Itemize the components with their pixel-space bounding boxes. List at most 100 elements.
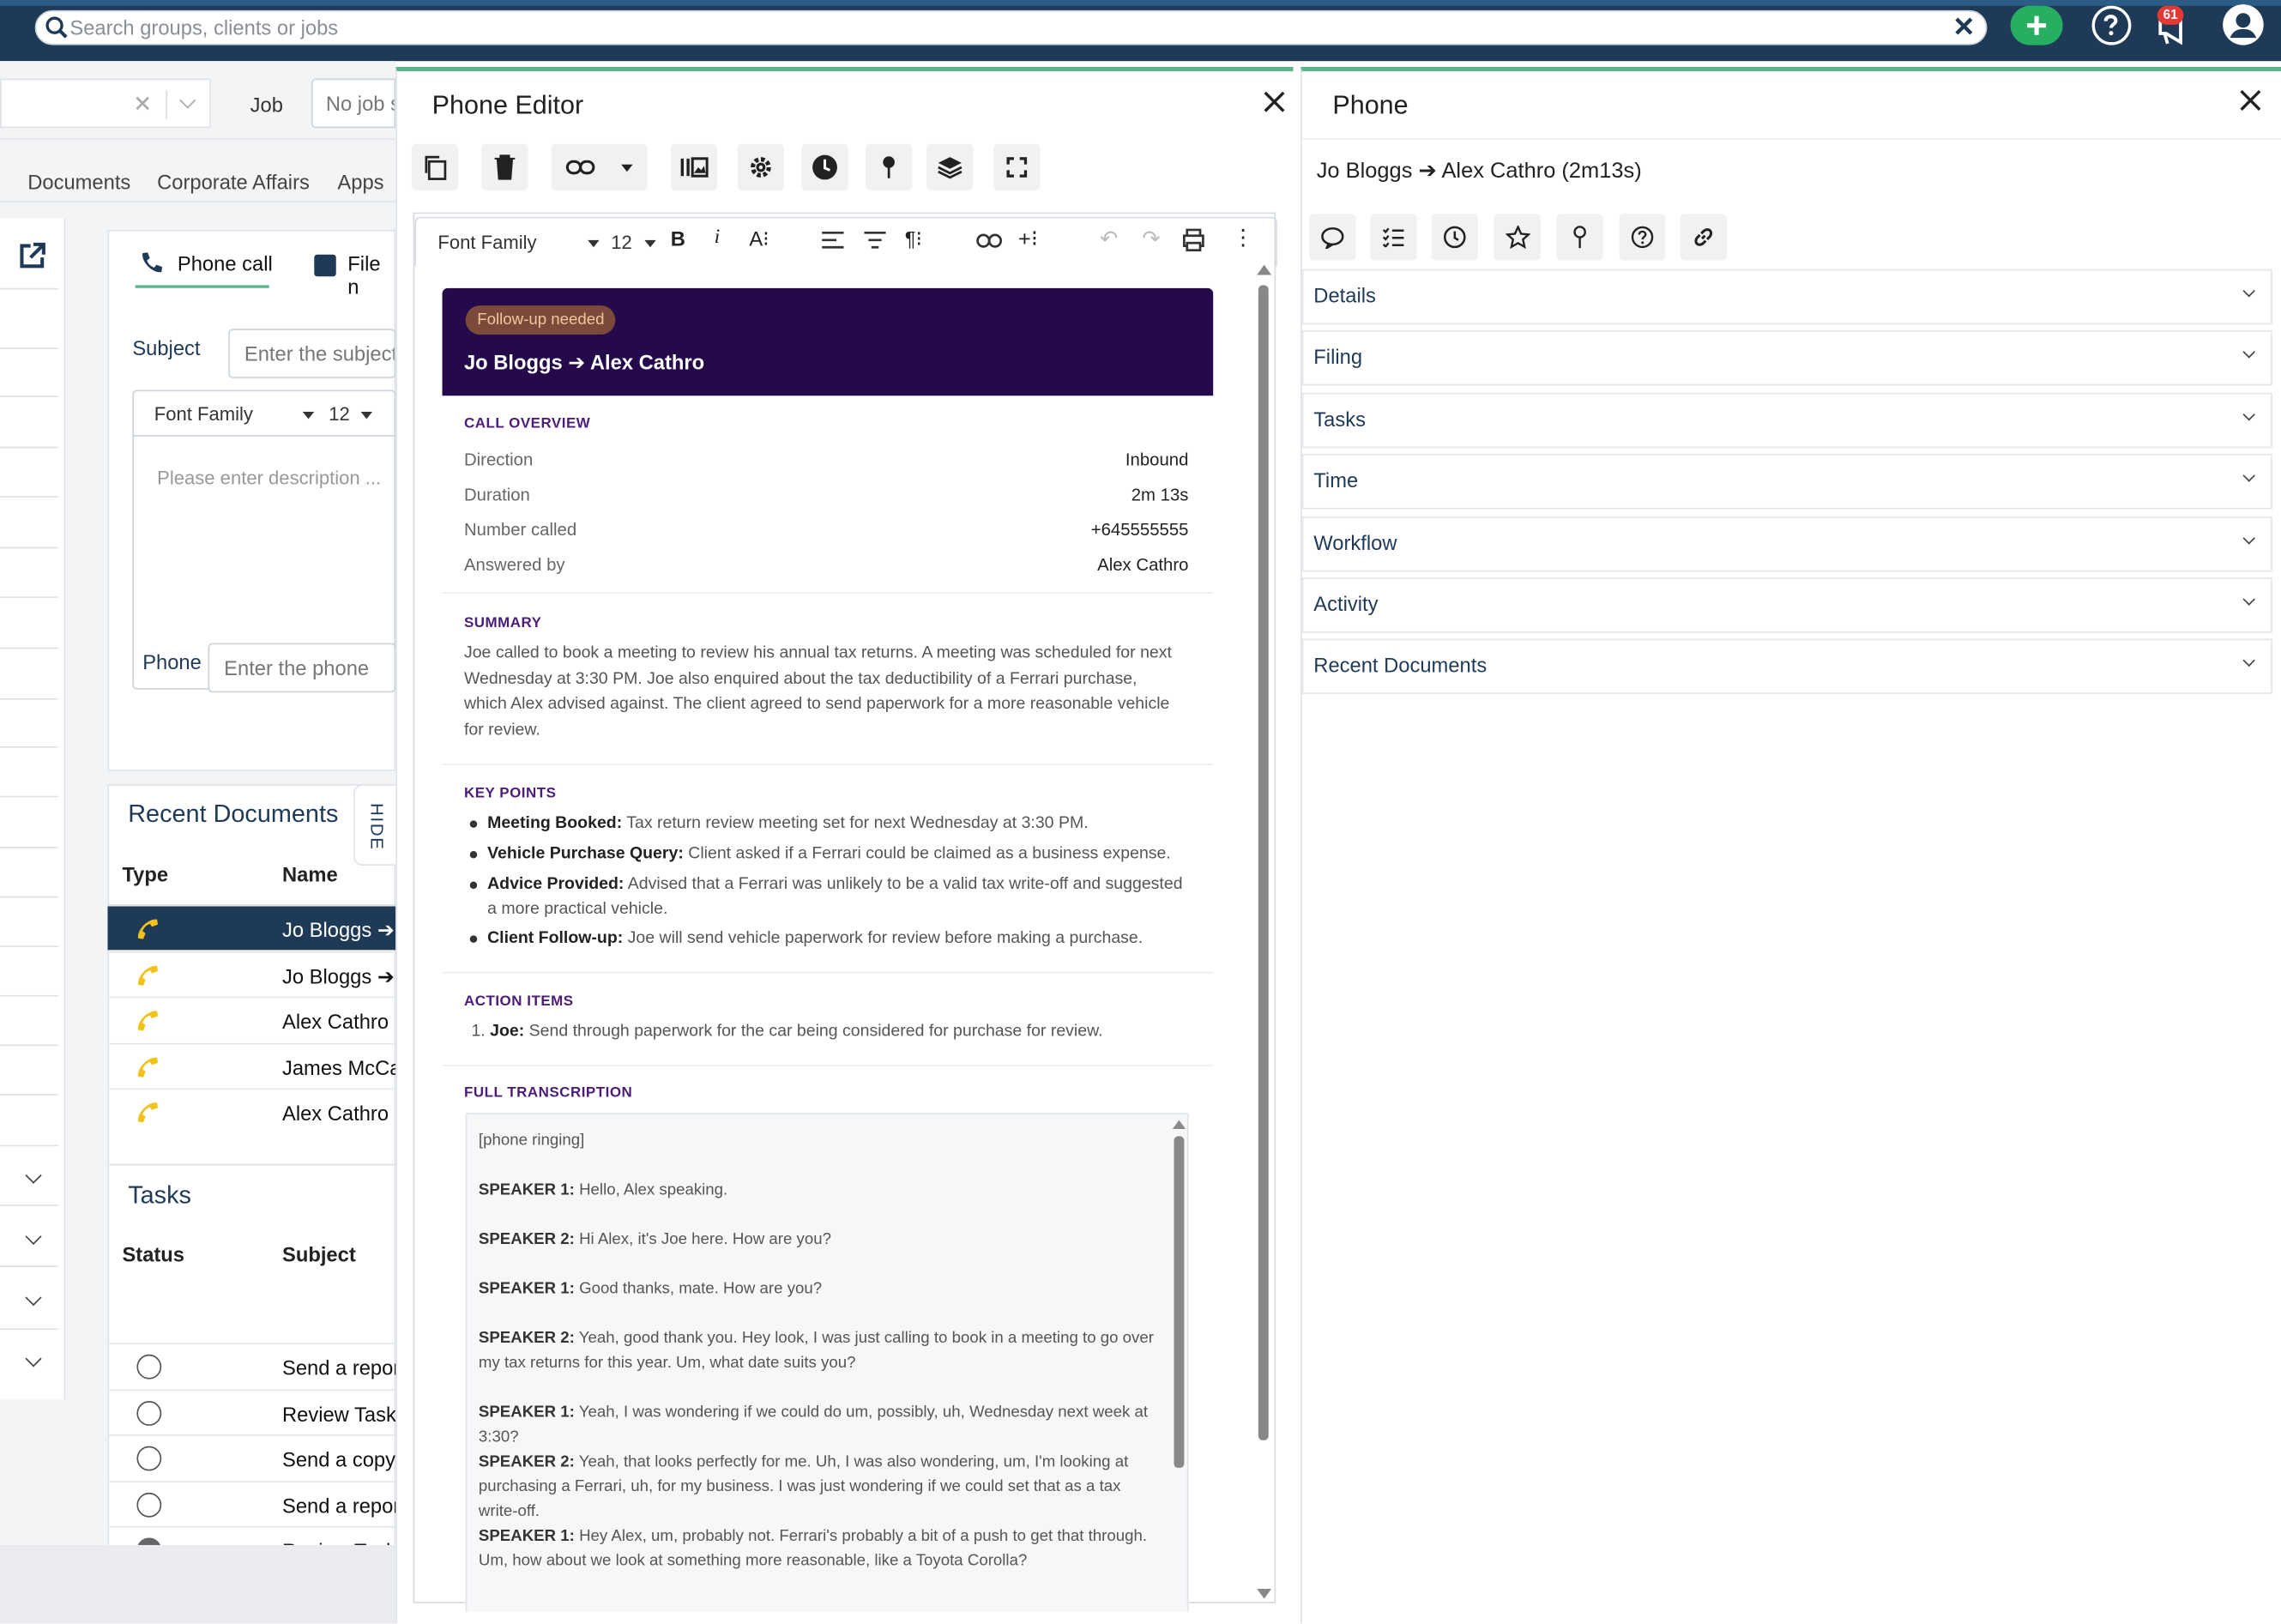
panel-title: Phone Editor (431, 90, 584, 120)
layers-button[interactable] (926, 143, 974, 191)
section-label: Recent Documents (1313, 654, 1487, 678)
status-open-icon[interactable] (136, 1354, 162, 1379)
copy-icon (425, 155, 447, 180)
help-icon (1631, 226, 1654, 249)
scroll-up-icon[interactable] (1172, 1120, 1186, 1129)
library-icon (680, 157, 709, 178)
task-row[interactable]: Send a repor (107, 1343, 400, 1388)
tab-phone-call[interactable]: Phone call (178, 251, 273, 275)
key-point: Meeting Booked: Tax return review meetin… (469, 812, 1192, 836)
help-button[interactable] (1619, 214, 1666, 261)
close-icon[interactable] (1264, 92, 1285, 112)
table-row[interactable]: Alex Cathro · (107, 996, 401, 1042)
status-open-icon[interactable] (136, 1400, 162, 1426)
job-label: Job (250, 93, 283, 117)
section-time[interactable]: Time (1301, 454, 2272, 510)
fullscreen-button[interactable] (993, 143, 1041, 191)
scrollbar-thumb[interactable] (1258, 285, 1269, 1440)
search-icon (45, 16, 68, 39)
transcription-scrollbar[interactable] (1174, 1136, 1185, 1469)
help-icon[interactable] (2091, 5, 2132, 45)
recent-documents-title: Recent Documents (128, 800, 339, 828)
phone-icon (142, 252, 163, 273)
overview-value: Alex Cathro (1097, 554, 1189, 575)
section-summary: SUMMARY (463, 615, 542, 631)
task-list-button[interactable] (1370, 214, 1417, 261)
link-dropdown-button[interactable] (551, 143, 648, 191)
clear-search-icon[interactable] (1953, 16, 1974, 37)
section-filing[interactable]: Filing (1301, 330, 2272, 387)
status-open-icon[interactable] (136, 1492, 162, 1517)
chevron-down-icon (2242, 531, 2255, 544)
time-button[interactable] (801, 143, 848, 191)
link-button[interactable] (1680, 214, 1727, 261)
tab-apps[interactable]: Apps (337, 170, 383, 193)
favourite-button[interactable] (1494, 214, 1541, 261)
section-tasks[interactable]: Tasks (1301, 392, 2272, 448)
global-search-input[interactable]: Search groups, clients or jobs (34, 9, 1988, 45)
key-point: Client Follow-up: Joe will send vehicle … (469, 927, 1192, 951)
section-details[interactable]: Details (1301, 269, 2272, 325)
section-call-overview: CALL OVERVIEW (463, 415, 591, 432)
search-placeholder: Search groups, clients or jobs (69, 15, 339, 39)
table-row[interactable]: Jo Bloggs ➔ (107, 951, 396, 996)
section-label: Filing (1313, 345, 1363, 369)
pin-button[interactable] (866, 143, 913, 191)
phone-input[interactable]: Enter the phone (208, 643, 396, 693)
section-recent-documents[interactable]: Recent Documents (1301, 639, 2272, 695)
phone-icon (138, 965, 158, 986)
copy-button[interactable] (411, 143, 459, 191)
pin-button[interactable] (1556, 214, 1603, 261)
overview-value: 2m 13s (1131, 484, 1189, 505)
gear-icon (751, 157, 771, 178)
hide-toggle[interactable]: HIDE (353, 784, 396, 866)
table-row[interactable]: Alex Cathro · (107, 1088, 401, 1133)
user-avatar[interactable] (2223, 4, 2264, 45)
library-button[interactable] (670, 143, 718, 191)
delete-button[interactable] (481, 143, 528, 191)
add-new-button[interactable] (2010, 5, 2063, 45)
scroll-down-icon[interactable] (1257, 1588, 1272, 1599)
subject-label: Subject (132, 335, 201, 359)
subject-input[interactable]: Enter the subject (228, 329, 396, 378)
table-row[interactable]: James McCar (107, 1042, 407, 1088)
status-open-icon[interactable] (136, 1446, 162, 1471)
key-point: Advice Provided: Advised that a Ferrari … (469, 872, 1192, 922)
table-row[interactable]: Jo Bloggs ➔ (107, 904, 396, 951)
document-name: James McCar (281, 1055, 408, 1079)
tab-corporate-affairs[interactable]: Corporate Affairs (157, 170, 310, 193)
transcription-box[interactable]: [phone ringing] SPEAKER 1: Hello, Alex sp… (465, 1113, 1189, 1612)
transcript-line: SPEAKER 2: Yeah, that looks perfectly fo… (478, 1453, 1129, 1521)
close-icon[interactable] (2241, 90, 2261, 111)
clear-icon[interactable] (136, 96, 150, 111)
settings-button[interactable] (737, 143, 785, 191)
task-row[interactable]: Send a copy (107, 1434, 396, 1480)
font-size-select[interactable]: 12 (329, 403, 350, 425)
status-badge: Follow-up needed (465, 305, 617, 335)
job-select[interactable]: No job s (311, 78, 396, 129)
column-type: Type (122, 862, 169, 886)
column-status: Status (122, 1242, 185, 1266)
task-row[interactable]: Review Tasks (107, 1388, 407, 1434)
section-activity[interactable]: Activity (1301, 577, 2272, 633)
caret-down-icon (621, 163, 633, 172)
font-family-select[interactable]: Font Family (154, 403, 253, 425)
comment-button[interactable] (1309, 214, 1356, 261)
fullscreen-icon (1006, 157, 1028, 178)
section-workflow[interactable]: Workflow (1301, 516, 2272, 571)
panel-title: Phone (1332, 90, 1409, 120)
task-row[interactable]: Send a repor (107, 1480, 400, 1525)
scroll-up-icon[interactable] (1257, 264, 1272, 275)
tab-file-note[interactable]: File n (347, 251, 395, 298)
notifications-button[interactable]: 61 (2151, 5, 2195, 50)
star-icon (1505, 225, 1530, 249)
tab-documents[interactable]: Documents (27, 170, 130, 193)
transcript-line: SPEAKER 1: Yeah, I was wondering if we c… (478, 1404, 1149, 1446)
section-label: Activity (1313, 592, 1379, 616)
caret-down-icon (302, 411, 315, 420)
open-external-icon[interactable] (16, 240, 48, 272)
transcript-line: SPEAKER 2: Hi Alex, it's Joe here. How a… (478, 1230, 831, 1248)
client-select[interactable] (0, 78, 211, 129)
time-button[interactable] (1431, 214, 1478, 261)
call-title: Jo Bloggs ➔ Alex Cathro (2m13s) (1316, 158, 1642, 184)
